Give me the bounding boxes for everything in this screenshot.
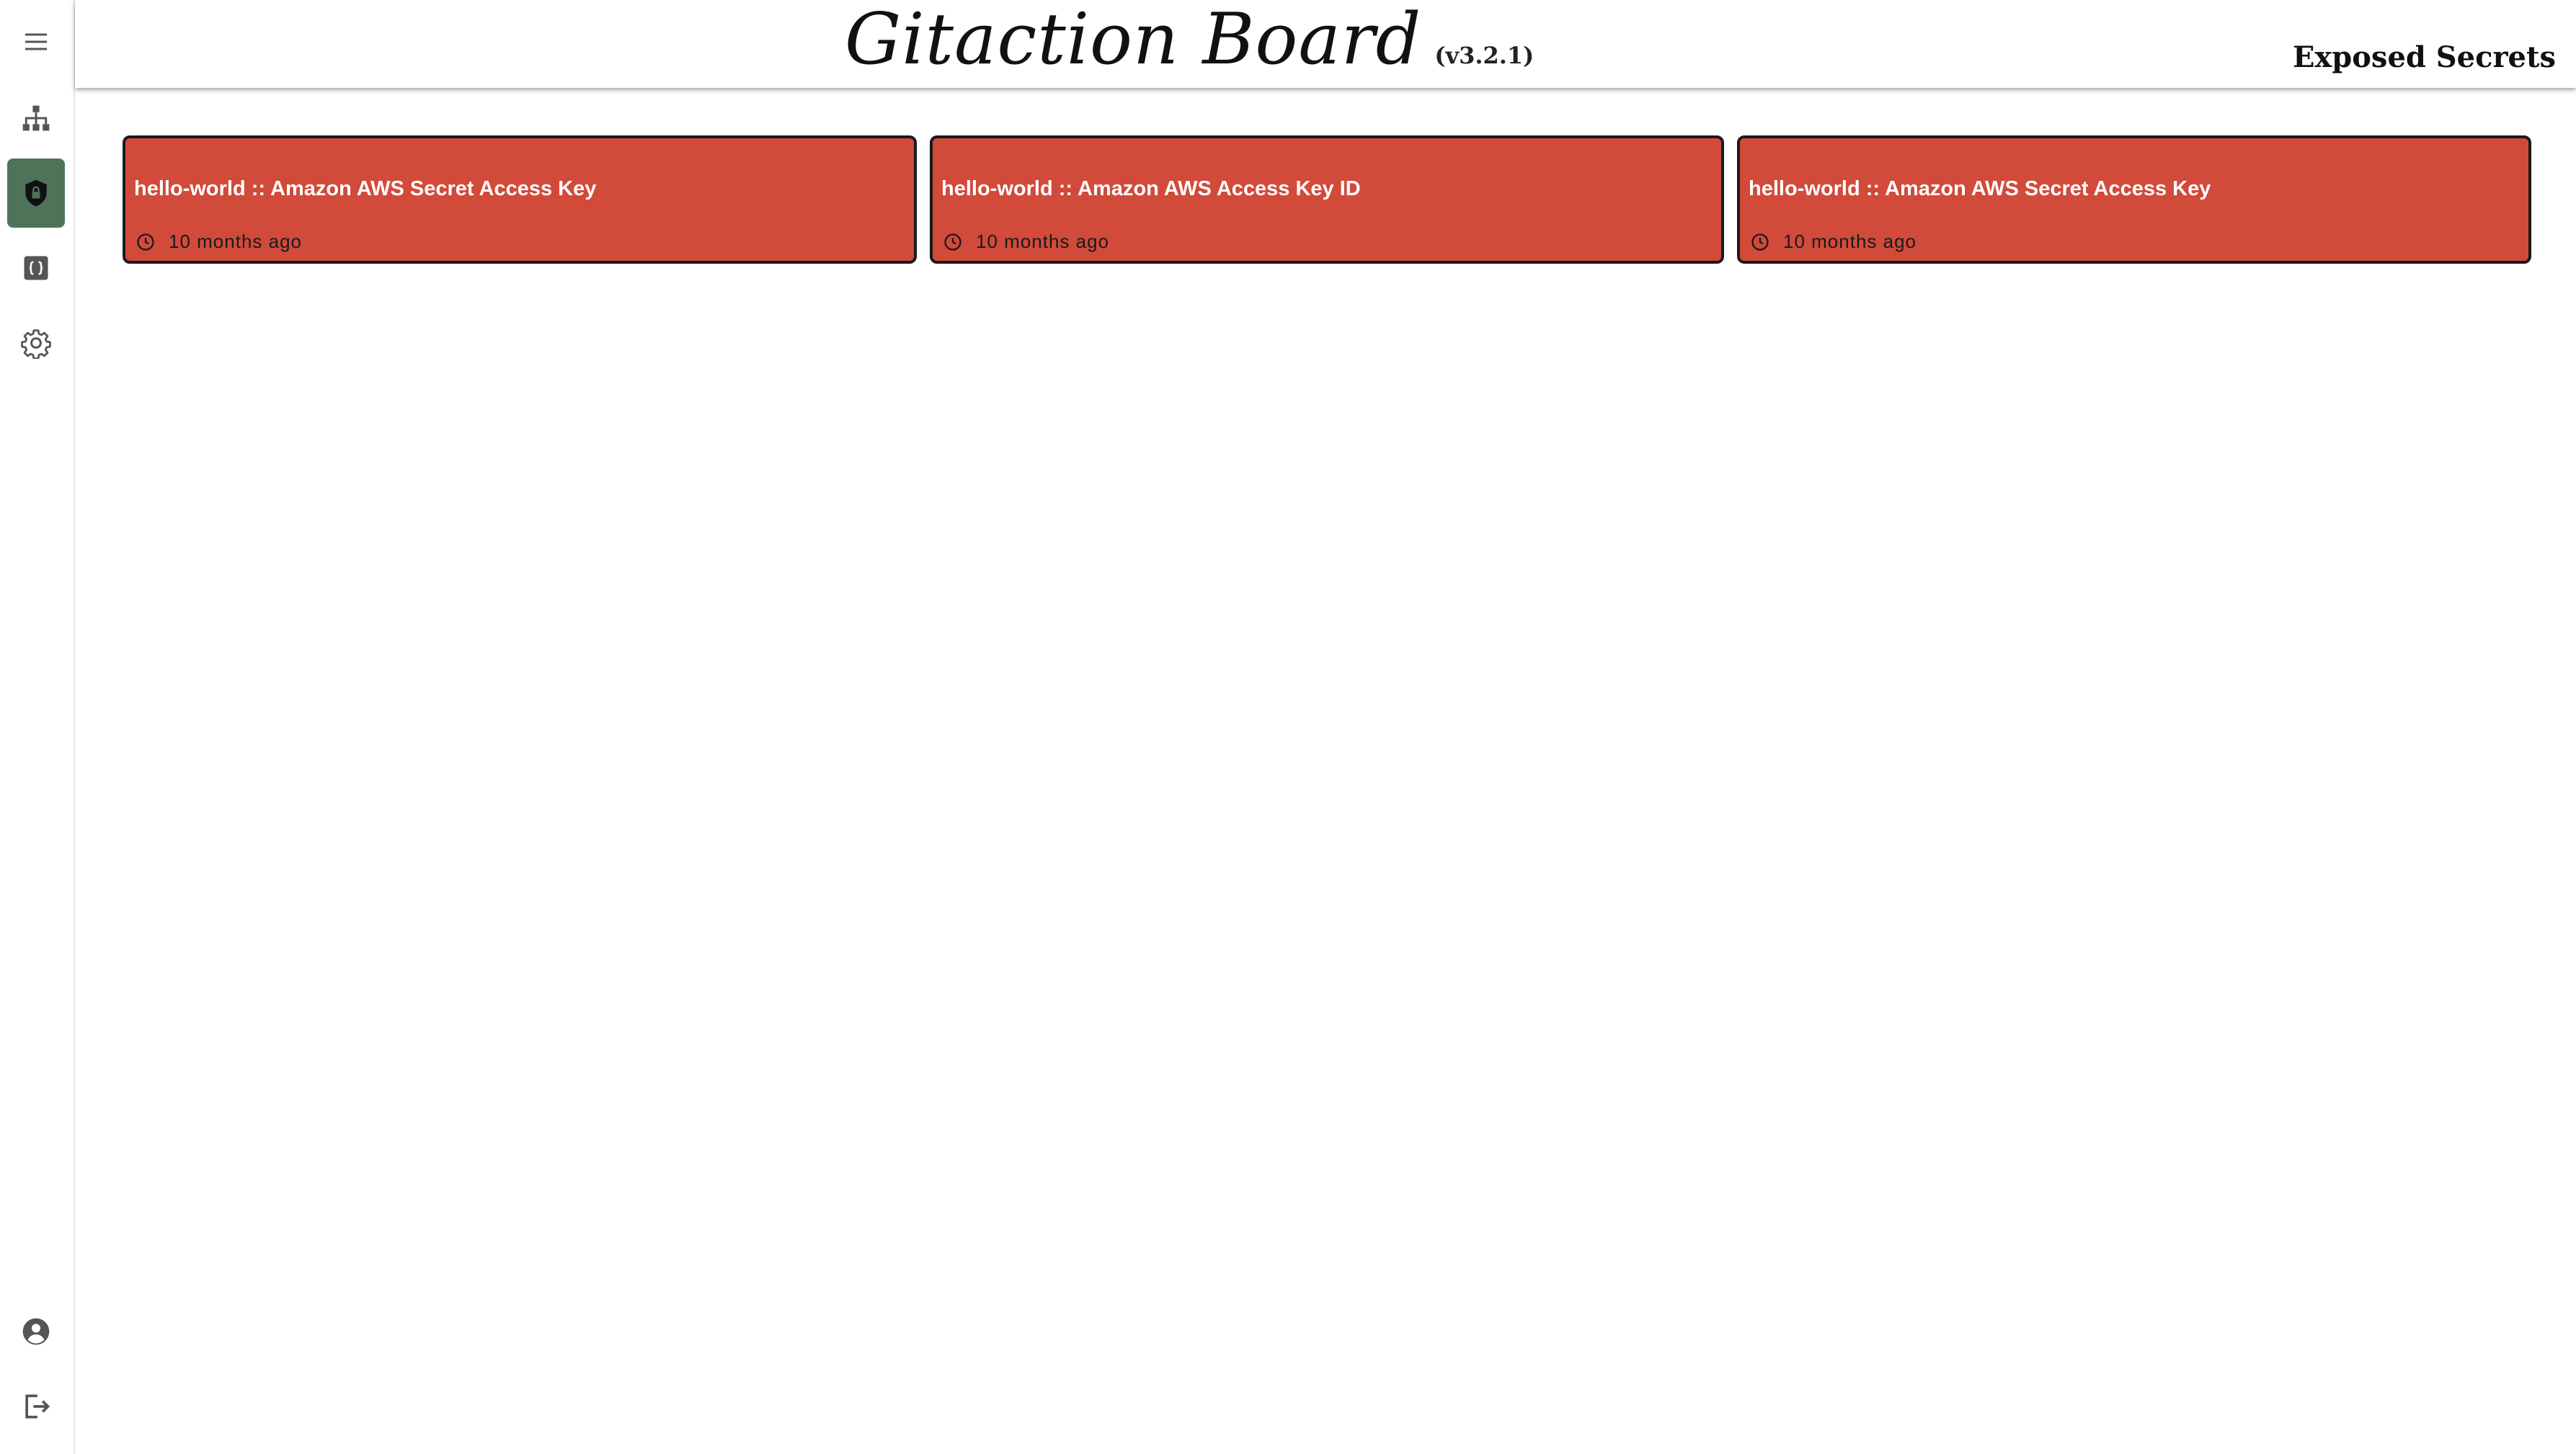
- secret-card-meta: 10 months ago: [136, 231, 302, 253]
- hamburger-menu-icon: [25, 33, 47, 50]
- secret-card-time: 10 months ago: [976, 231, 1110, 252]
- clock-icon: [944, 233, 961, 251]
- secret-card-title: hello-world :: Amazon AWS Access Key ID: [941, 177, 1361, 200]
- gear-icon: [21, 329, 51, 359]
- secret-card-title: hello-world :: Amazon AWS Secret Access …: [1749, 177, 2211, 200]
- sidebar-item-settings[interactable]: [7, 314, 65, 372]
- sidebar-item-code[interactable]: [7, 239, 65, 297]
- clock-icon: [137, 233, 154, 251]
- brand-title: Gitaction Board: [845, 0, 1422, 81]
- brand-version: (v3.2.1): [1434, 42, 1535, 69]
- clock-icon: [1751, 233, 1769, 251]
- secret-card[interactable]: hello-world :: Amazon AWS Access Key ID …: [930, 135, 1724, 264]
- secret-card-time: 10 months ago: [1783, 231, 1917, 252]
- secrets-grid: hello-world :: Amazon AWS Secret Access …: [123, 135, 2533, 264]
- sidebar-item-secrets[interactable]: [7, 159, 65, 228]
- secret-card-meta: 10 months ago: [943, 231, 1109, 253]
- logout-icon: [25, 1394, 50, 1419]
- sidebar: [0, 0, 75, 1454]
- sidebar-item-account[interactable]: [7, 1303, 65, 1360]
- menu-button[interactable]: [7, 13, 65, 71]
- top-header: Gitaction Board (v3.2.1) Exposed Secrets: [75, 0, 2576, 88]
- secret-card[interactable]: hello-world :: Amazon AWS Secret Access …: [123, 135, 917, 264]
- sidebar-item-logout[interactable]: [7, 1378, 65, 1435]
- secret-card-meta: 10 months ago: [1750, 231, 1917, 253]
- secret-card-time: 10 months ago: [169, 231, 303, 252]
- secret-card-title: hello-world :: Amazon AWS Secret Access …: [134, 177, 597, 200]
- code-braces-icon: [24, 256, 48, 280]
- sitemap-icon: [22, 105, 50, 131]
- app-root: Gitaction Board (v3.2.1) Exposed Secrets…: [0, 0, 2576, 1454]
- page-title: Exposed Secrets: [2292, 40, 2556, 74]
- secret-card[interactable]: hello-world :: Amazon AWS Secret Access …: [1737, 135, 2531, 264]
- account-circle-icon: [22, 1318, 50, 1345]
- brand: Gitaction Board (v3.2.1): [845, 0, 1534, 79]
- sidebar-item-workflows[interactable]: [7, 89, 65, 147]
- shield-lock-icon: [25, 179, 47, 207]
